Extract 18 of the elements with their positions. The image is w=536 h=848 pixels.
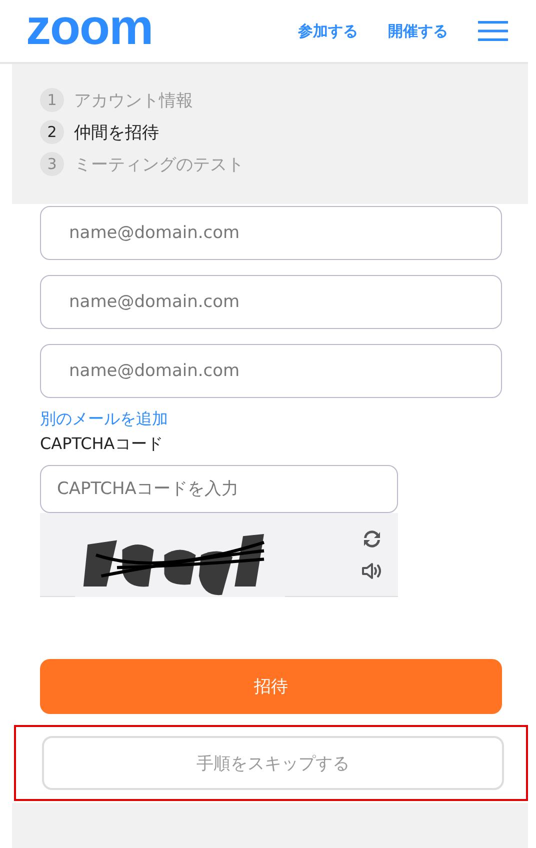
step-label: アカウント情報: [74, 90, 193, 112]
step-label: 仲間を招待: [74, 122, 159, 144]
captcha-field[interactable]: CAPTCHAコードを入力: [40, 465, 398, 513]
logo[interactable]: zoom: [26, 2, 153, 52]
nav-link[interactable]: 開催する: [388, 22, 448, 40]
nav-link[interactable]: 参加する: [298, 22, 358, 40]
skip-button[interactable]: 手順をスキップする: [42, 736, 504, 790]
email-field[interactable]: name@domain.com: [40, 206, 502, 260]
email-field[interactable]: name@domain.com: [40, 275, 502, 329]
captcha-label: CAPTCHAコード: [40, 434, 164, 455]
step-number: 3: [40, 152, 64, 176]
menu-icon[interactable]: [478, 21, 508, 41]
invite-button[interactable]: 招待: [40, 659, 502, 714]
email-field[interactable]: name@domain.com: [40, 344, 502, 398]
step-number: 1: [40, 88, 64, 112]
add-email-link[interactable]: 別のメールを追加: [40, 409, 501, 430]
step-number: 2: [40, 120, 64, 144]
step-label: ミーティングのテスト: [74, 154, 244, 176]
